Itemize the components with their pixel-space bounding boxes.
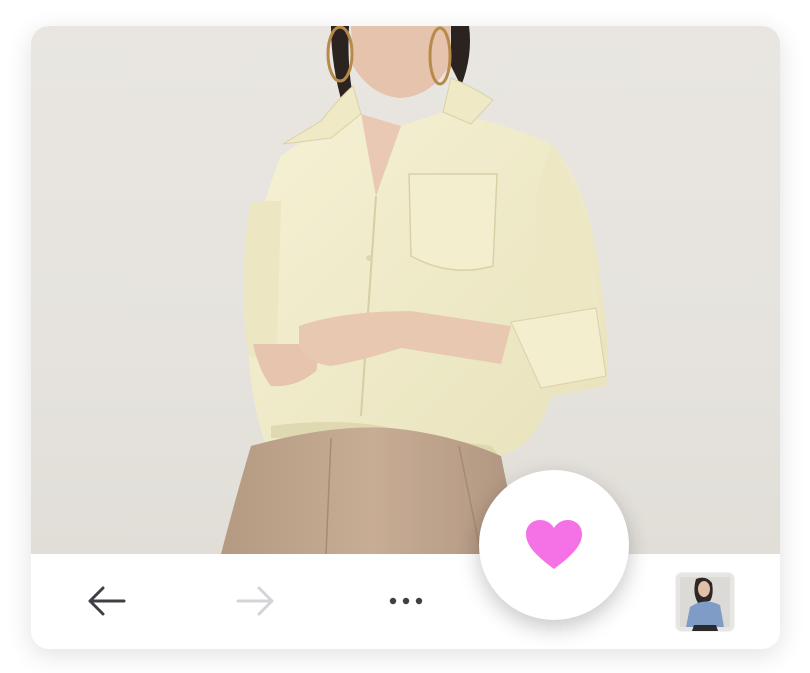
thumbnail-image <box>676 573 734 631</box>
arrow-left-icon <box>88 586 126 616</box>
back-button[interactable] <box>81 576 131 626</box>
more-options-button[interactable] <box>381 576 431 626</box>
product-thumbnail[interactable] <box>676 573 734 631</box>
more-dots-icon <box>389 597 423 605</box>
like-button[interactable] <box>479 470 629 620</box>
product-photo-illustration <box>221 26 608 554</box>
arrow-right-icon <box>236 586 274 616</box>
product-card <box>31 26 780 649</box>
product-photo[interactable] <box>31 26 780 554</box>
bottom-toolbar <box>31 554 780 649</box>
forward-button[interactable] <box>231 576 281 626</box>
heart-icon <box>526 520 582 569</box>
